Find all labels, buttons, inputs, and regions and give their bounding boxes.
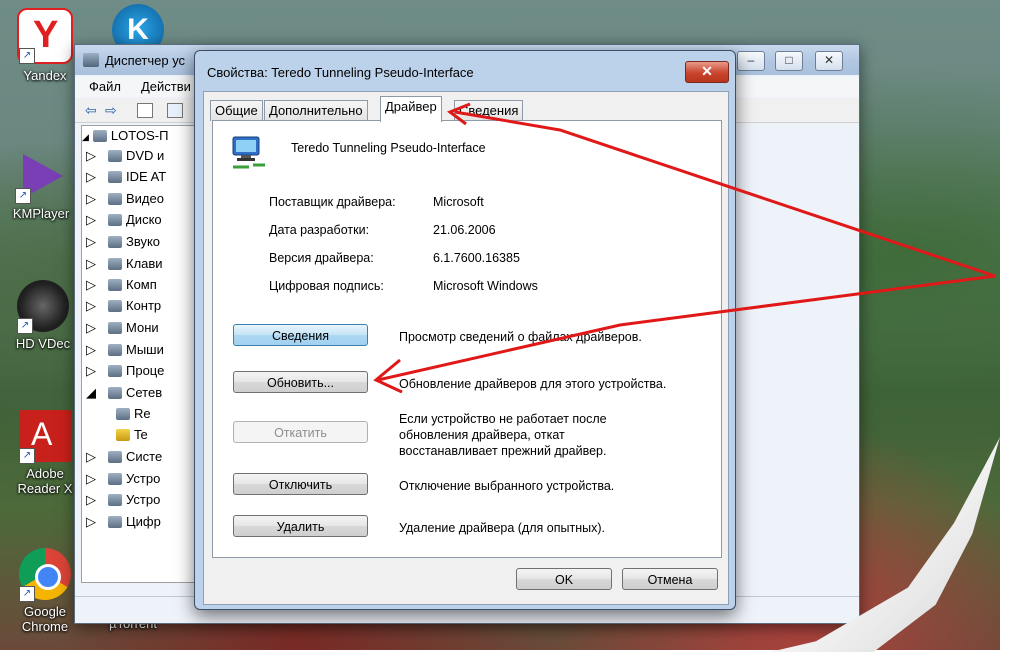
back-icon[interactable]: ⇦ <box>85 102 97 119</box>
maximize-button[interactable]: □ <box>775 51 803 71</box>
dvd-drive-icon <box>108 150 122 162</box>
network-adapter-icon <box>108 387 122 399</box>
disable-device-desc: Отключение выбранного устройства. <box>399 479 615 493</box>
tree-item-devices-1[interactable]: ▷ Устро <box>86 471 160 487</box>
device-tree: ◢ LOTOS-П ▷ DVD и ▷ IDE AT ▷ Видео ▷ Диско ▷ З… <box>81 125 208 583</box>
prop-label-version: Версия драйвера: <box>269 251 374 265</box>
properties-icon[interactable] <box>137 103 153 118</box>
tree-item-computer[interactable]: ◢ LOTOS-П <box>82 128 168 143</box>
tree-item-network-child-1[interactable]: Re <box>116 406 151 421</box>
network-card-icon <box>116 408 130 420</box>
desktop-icon-label: Adobe Reader X <box>17 466 73 496</box>
network-warning-icon <box>116 429 130 441</box>
rollback-driver-desc: Если устройство не работает после обновл… <box>399 412 607 458</box>
tree-item-computer-node[interactable]: ▷ Комп <box>86 277 157 293</box>
desktop-icon-label: Google Chrome <box>21 604 69 634</box>
tree-item-sound[interactable]: ▷ Звуко <box>86 234 160 250</box>
update-driver-button[interactable]: Обновить... <box>233 371 368 393</box>
sound-icon <box>108 236 122 248</box>
hid-icon <box>108 473 122 485</box>
computer-node-icon <box>108 279 122 291</box>
update-driver-desc: Обновление драйверов для этого устройств… <box>399 377 667 391</box>
tree-item-controllers[interactable]: ▷ Контр <box>86 298 161 314</box>
help-icon[interactable] <box>167 103 183 118</box>
yandex-icon: Y ↗ <box>17 8 73 64</box>
adobe-reader-icon: A ↗ <box>19 410 71 464</box>
dialog-body: Общие Дополнительно Драйвер Сведения Ter… <box>203 91 729 605</box>
tree-item-monitors[interactable]: ▷ Мони <box>86 320 159 336</box>
imaging-device-icon <box>108 494 122 506</box>
dialog-close-button[interactable]: ✕ <box>685 61 729 83</box>
uninstall-driver-button[interactable]: Удалить <box>233 515 368 537</box>
tree-item-devices-2[interactable]: ▷ Устро <box>86 492 160 508</box>
menu-action[interactable]: Действи <box>141 79 191 94</box>
tab-general[interactable]: Общие <box>210 100 263 121</box>
menu-file[interactable]: Файл <box>89 79 121 94</box>
tree-item-network-child-2[interactable]: Te <box>116 427 148 442</box>
rollback-driver-button[interactable]: Откатить <box>233 421 368 443</box>
minimize-button[interactable]: ‒ <box>737 51 765 71</box>
close-button[interactable]: ✕ <box>815 51 843 71</box>
ide-controller-icon <box>108 171 122 183</box>
prop-label-date: Дата разработки: <box>269 223 370 237</box>
tree-item-keyboard[interactable]: ▷ Клави <box>86 256 163 272</box>
computer-icon <box>92 130 107 142</box>
hdvdec-icon: ↗ <box>17 280 69 334</box>
prop-value-signature: Microsoft Windows <box>433 279 538 293</box>
properties-dialog[interactable]: Свойства: Teredo Tunneling Pseudo-Interf… <box>194 50 736 610</box>
prop-label-provider: Поставщик драйвера: <box>269 195 396 209</box>
tab-details[interactable]: Сведения <box>454 100 524 121</box>
forward-icon[interactable]: ⇨ <box>105 102 117 119</box>
mouse-icon <box>108 344 122 356</box>
tree-item-disk[interactable]: ▷ Диско <box>86 212 162 228</box>
chrome-icon: ↗ <box>19 548 71 602</box>
prop-value-version: 6.1.7600.16385 <box>433 251 520 265</box>
kmplayer-icon: ↗ <box>15 150 67 204</box>
tree-item-digital[interactable]: ▷ Цифр <box>86 514 161 530</box>
tree-item-network[interactable]: ◢ Сетев <box>86 385 162 401</box>
driver-details-desc: Просмотр сведений о файлах драйверов. <box>399 330 642 344</box>
digital-device-icon <box>108 516 122 528</box>
disable-device-button[interactable]: Отключить <box>233 473 368 495</box>
processor-icon <box>108 365 122 377</box>
dialog-title: Свойства: Teredo Tunneling Pseudo-Interf… <box>207 65 474 80</box>
tree-item-ide[interactable]: ▷ IDE AT <box>86 169 166 185</box>
system-devices-icon <box>108 451 122 463</box>
disk-drive-icon <box>108 214 122 226</box>
monitor-icon <box>108 322 122 334</box>
uninstall-driver-desc: Удаление драйвера (для опытных). <box>399 521 605 535</box>
tree-item-system[interactable]: ▷ Систе <box>86 449 162 465</box>
device-manager-app-icon <box>83 53 99 67</box>
tab-driver[interactable]: Драйвер <box>380 96 442 122</box>
driver-tab-panel: Teredo Tunneling Pseudo-Interface Постав… <box>212 120 722 558</box>
cancel-button[interactable]: Отмена <box>622 568 718 590</box>
network-adapter-icon <box>229 135 269 171</box>
tree-item-mice[interactable]: ▷ Мыши <box>86 342 164 358</box>
desktop-background: Y ↗ Yandex ↗ KMPlayer ↗ HD VDec A ↗ Adobe … <box>0 0 1000 650</box>
tree-item-dvd[interactable]: ▷ DVD и <box>86 148 164 164</box>
device-manager-title: Диспетчер ус <box>105 53 186 68</box>
device-name: Teredo Tunneling Pseudo-Interface <box>291 141 486 155</box>
ok-button[interactable]: OK <box>516 568 612 590</box>
tree-item-video[interactable]: ▷ Видео <box>86 191 164 207</box>
video-adapter-icon <box>108 193 122 205</box>
tree-item-processors[interactable]: ▷ Проце <box>86 363 164 379</box>
driver-details-button[interactable]: Сведения <box>233 324 368 346</box>
keyboard-icon <box>108 258 122 270</box>
prop-value-provider: Microsoft <box>433 195 484 209</box>
prop-label-signature: Цифровая подпись: <box>269 279 384 293</box>
usb-controller-icon <box>108 300 122 312</box>
prop-value-date: 21.06.2006 <box>433 223 496 237</box>
tab-advanced[interactable]: Дополнительно <box>264 100 368 121</box>
